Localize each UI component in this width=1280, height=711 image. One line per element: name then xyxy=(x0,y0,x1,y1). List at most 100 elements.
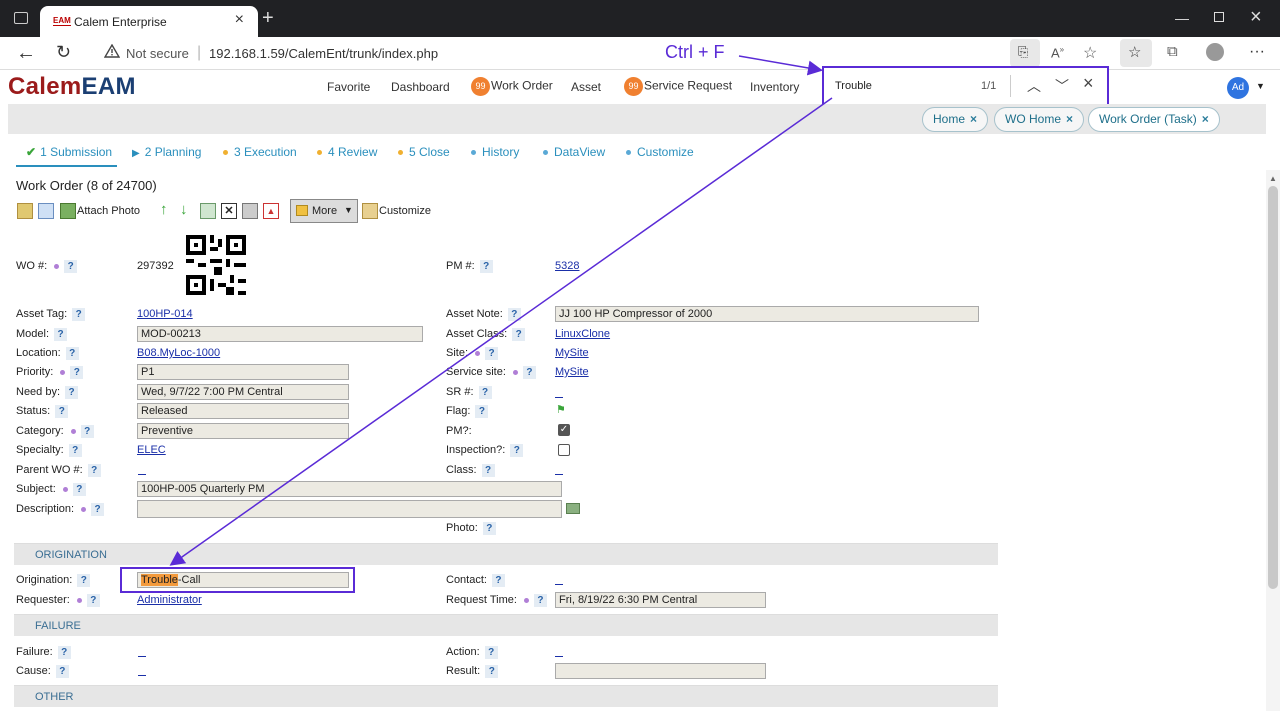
failure-link[interactable] xyxy=(138,656,146,657)
other-section-header[interactable]: OTHER xyxy=(14,685,998,707)
menu-favorite[interactable]: Favorite xyxy=(327,80,370,94)
find-input[interactable]: Trouble xyxy=(835,80,872,92)
more-options-icon[interactable]: ··· xyxy=(1249,43,1265,61)
help-icon[interactable]: ? xyxy=(77,574,91,587)
help-icon[interactable]: ? xyxy=(485,665,499,678)
add-favorite-icon[interactable]: ☆ xyxy=(1083,43,1097,63)
requester-link[interactable]: Administrator xyxy=(137,594,202,606)
tab-submission[interactable]: ✔ 1 Submission xyxy=(26,145,112,159)
crumb-work-order-task[interactable]: Work Order (Task) × xyxy=(1088,107,1220,132)
customize-icon[interactable] xyxy=(362,203,378,219)
move-down-icon[interactable]: ↓ xyxy=(180,201,188,218)
help-icon[interactable]: ? xyxy=(522,366,536,379)
menu-work-order[interactable]: 99 Work Order xyxy=(471,77,553,96)
scrollbar-thumb[interactable] xyxy=(1268,186,1278,589)
inspection-checkbox[interactable] xyxy=(558,444,570,456)
find-next-icon[interactable]: ﹀ xyxy=(1055,76,1069,96)
service-site-link[interactable]: MySite xyxy=(555,366,589,378)
tab-close[interactable]: 5 Close xyxy=(398,145,450,159)
refresh-record-icon[interactable] xyxy=(200,203,216,219)
crumb-wo-home[interactable]: WO Home × xyxy=(994,107,1085,132)
subject-field[interactable]: 100HP-005 Quarterly PM xyxy=(137,481,562,497)
translate-button[interactable]: ⎘ xyxy=(1010,39,1040,67)
scroll-up-icon[interactable]: ▲ xyxy=(1269,174,1277,183)
help-icon[interactable]: ? xyxy=(87,464,101,477)
expand-description-icon[interactable] xyxy=(566,503,580,514)
description-field[interactable] xyxy=(137,500,562,518)
pdf-icon[interactable]: ▲ xyxy=(263,203,279,219)
request-time-field[interactable]: Fri, 8/19/22 6:30 PM Central xyxy=(555,592,766,608)
profile-icon[interactable] xyxy=(1206,43,1224,61)
find-previous-icon[interactable]: ︿ xyxy=(1027,76,1041,96)
help-icon[interactable]: ? xyxy=(68,444,82,457)
edit-icon[interactable] xyxy=(17,203,33,219)
url-field[interactable]: 192.168.1.59/CalemEnt/trunk/index.php xyxy=(209,46,438,61)
menu-service-request[interactable]: 99 Service Request xyxy=(624,77,732,96)
help-icon[interactable]: ? xyxy=(64,260,78,273)
minimize-icon[interactable]: — xyxy=(1175,10,1189,26)
help-icon[interactable]: ? xyxy=(54,328,68,341)
print-icon[interactable] xyxy=(242,203,258,219)
cause-link[interactable] xyxy=(138,675,146,676)
more-button[interactable]: More ▼ xyxy=(290,199,358,223)
asset-class-link[interactable]: LinuxClone xyxy=(555,328,610,340)
read-aloud-icon[interactable]: A» xyxy=(1051,45,1064,60)
tab-history[interactable]: History xyxy=(471,145,519,159)
attach-photo-icon[interactable] xyxy=(60,203,76,219)
asset-note-field[interactable]: JJ 100 HP Compressor of 2000 xyxy=(555,306,979,322)
crumb-work-order-task-close-icon[interactable]: × xyxy=(1202,112,1209,126)
new-tab-icon[interactable]: + xyxy=(262,7,274,30)
crumb-wo-home-close-icon[interactable]: × xyxy=(1066,112,1073,126)
asset-tag-link[interactable]: 100HP-014 xyxy=(137,308,193,320)
help-icon[interactable]: ? xyxy=(80,425,94,438)
help-icon[interactable]: ? xyxy=(86,594,100,607)
tab-review[interactable]: 4 Review xyxy=(317,145,377,159)
collections-icon[interactable]: ⧉ xyxy=(1167,43,1178,60)
menu-dashboard[interactable]: Dashboard xyxy=(391,80,450,94)
user-avatar[interactable]: Ad xyxy=(1227,77,1249,99)
priority-field[interactable]: P1 xyxy=(137,364,349,380)
tab-planning[interactable]: ▶ 2 Planning xyxy=(132,145,201,159)
flag-icon[interactable]: ⚑ xyxy=(556,403,566,416)
help-icon[interactable]: ? xyxy=(70,366,84,379)
crumb-home[interactable]: Home × xyxy=(922,107,989,132)
customize-button[interactable]: Customize xyxy=(379,205,431,217)
move-up-icon[interactable]: ↑ xyxy=(160,201,168,218)
tab-customize[interactable]: Customize xyxy=(626,145,694,159)
category-field[interactable]: Preventive xyxy=(137,423,349,439)
class-link[interactable] xyxy=(555,474,563,475)
menu-asset[interactable]: Asset xyxy=(571,80,601,94)
parent-wo-link[interactable] xyxy=(138,474,146,475)
user-menu-caret-icon[interactable]: ▼ xyxy=(1256,81,1265,91)
contact-link[interactable] xyxy=(555,584,563,585)
help-icon[interactable]: ? xyxy=(65,347,79,360)
need-by-field[interactable]: Wed, 9/7/22 7:00 PM Central xyxy=(137,384,349,400)
location-link[interactable]: B08.MyLoc-1000 xyxy=(137,347,220,359)
attach-photo-button[interactable]: Attach Photo xyxy=(77,205,140,217)
refresh-icon[interactable]: ↻ xyxy=(56,42,71,63)
crumb-home-close-icon[interactable]: × xyxy=(970,112,977,126)
pm-number-link[interactable]: 5328 xyxy=(555,260,579,272)
menu-inventory[interactable]: Inventory xyxy=(750,80,799,94)
help-icon[interactable]: ? xyxy=(507,308,521,321)
help-icon[interactable]: ? xyxy=(72,483,86,496)
model-field[interactable]: MOD-00213 xyxy=(137,326,423,342)
help-icon[interactable]: ? xyxy=(478,386,492,399)
help-icon[interactable]: ? xyxy=(485,347,499,360)
sr-number-link[interactable] xyxy=(555,397,563,398)
help-icon[interactable]: ? xyxy=(482,522,496,535)
help-icon[interactable]: ? xyxy=(55,405,69,418)
help-icon[interactable]: ? xyxy=(484,646,498,659)
tab-actions-icon[interactable] xyxy=(14,12,28,24)
pm-checkbox[interactable]: ✓ xyxy=(558,424,570,436)
maximize-icon[interactable] xyxy=(1214,12,1224,22)
help-icon[interactable]: ? xyxy=(475,405,489,418)
tab-dataview[interactable]: DataView xyxy=(543,145,605,159)
action-link[interactable] xyxy=(555,656,563,657)
help-icon[interactable]: ? xyxy=(65,386,79,399)
help-icon[interactable]: ? xyxy=(512,328,526,341)
page-scrollbar[interactable]: ▲ xyxy=(1266,170,1280,711)
origination-section-header[interactable]: ORIGINATION xyxy=(14,543,998,565)
help-icon[interactable]: ? xyxy=(72,308,86,321)
help-icon[interactable]: ? xyxy=(510,444,524,457)
